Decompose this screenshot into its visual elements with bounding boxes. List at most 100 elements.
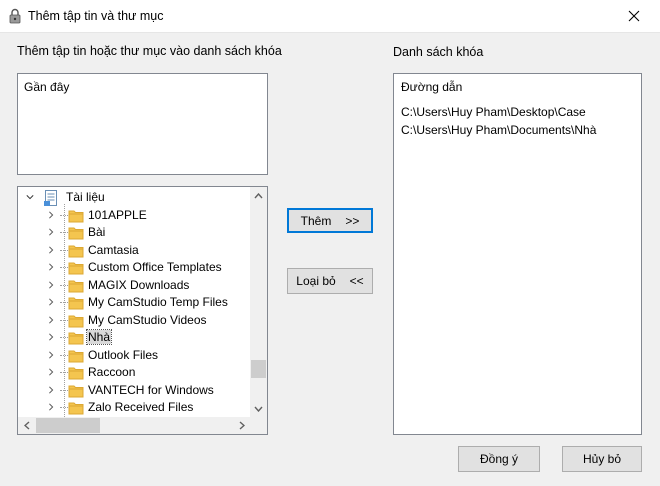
- path-column-header: Đường dẫn: [401, 80, 463, 94]
- chevron-right-icon[interactable]: [47, 367, 55, 377]
- tree-connector: [60, 354, 68, 356]
- tree-item-label: My CamStudio Temp Files: [88, 295, 228, 309]
- tree-item[interactable]: 101APPLE: [18, 207, 250, 225]
- tree-item[interactable]: Custom Office Templates: [18, 259, 250, 277]
- chevron-right-icon[interactable]: [47, 385, 55, 395]
- tree-connector: [60, 249, 68, 251]
- tree-connector: [60, 302, 68, 303]
- horizontal-scroll-thumb[interactable]: [36, 418, 100, 433]
- tree-connector: [60, 407, 68, 408]
- scroll-right-arrow[interactable]: [233, 417, 250, 434]
- folder-icon: [68, 280, 84, 292]
- chevron-right-icon[interactable]: [47, 245, 55, 255]
- tree-item[interactable]: Outlook Files: [18, 347, 250, 365]
- tree-item[interactable]: My CamStudio Temp Files: [18, 294, 250, 312]
- add-section-label: Thêm tập tin hoặc thư mục vào danh sách …: [17, 44, 282, 58]
- add-button-label: Thêm: [300, 213, 332, 228]
- folder-icon: [68, 402, 84, 415]
- chevron-right-icon[interactable]: [47, 227, 55, 237]
- scrollbar-corner: [250, 417, 267, 434]
- tree-item-label: 101APPLE: [88, 207, 147, 222]
- chevron-right-icon[interactable]: [47, 297, 55, 307]
- scroll-down-arrow[interactable]: [250, 400, 267, 417]
- vertical-scroll-thumb[interactable]: [251, 360, 266, 378]
- lock-app-icon: [9, 8, 21, 24]
- recent-list[interactable]: Gần đây: [17, 73, 268, 175]
- folder-icon: [68, 262, 84, 275]
- tree-item-label: My CamStudio Videos: [88, 312, 207, 327]
- folder-icon: [68, 367, 84, 380]
- tree-connector: [60, 214, 68, 216]
- window-title: Thêm tập tin và thư mục: [28, 9, 164, 23]
- chevron-left-icon: [23, 421, 29, 430]
- chevron-up-icon: [254, 192, 263, 198]
- close-icon: [628, 10, 640, 22]
- tree-rows: Tài liệu 101APPLE Bài Camtasia Custom Of…: [18, 187, 250, 417]
- tree-item[interactable]: Zalo Received Files: [18, 399, 250, 417]
- chevron-right-icon[interactable]: [47, 350, 55, 360]
- tree-item-label: Nhà: [85, 329, 113, 345]
- tree-connector: [60, 232, 68, 233]
- scroll-left-arrow[interactable]: [18, 417, 35, 434]
- tree-connector: [60, 372, 68, 373]
- chevron-right-icon[interactable]: [47, 332, 55, 342]
- chevron-right-icon: [239, 421, 245, 430]
- lock-list-item[interactable]: C:\Users\Huy Pham\Documents\Nhà: [401, 123, 596, 137]
- folder-icon: [68, 245, 84, 257]
- chevron-right-icon[interactable]: [47, 402, 55, 412]
- horizontal-scrollbar[interactable]: [18, 417, 250, 434]
- tree-item-label: VANTECH for Windows: [88, 382, 214, 397]
- tree-root-item[interactable]: Tài liệu: [18, 189, 250, 207]
- chevron-right-icon[interactable]: [47, 210, 55, 220]
- tree-item[interactable]: VANTECH for Windows: [18, 382, 250, 400]
- tree-item-selected[interactable]: Nhà: [18, 329, 250, 347]
- chevron-right-icon[interactable]: [47, 280, 55, 290]
- folder-icon: [68, 210, 84, 222]
- tree-item-label: Bài: [88, 225, 106, 239]
- tree-connector: [60, 267, 68, 268]
- folder-icon: [68, 315, 84, 327]
- tree-item[interactable]: Bài: [18, 224, 250, 242]
- tree-connector: [60, 319, 68, 321]
- tree-item-label: Custom Office Templates: [88, 260, 222, 274]
- tree-item-label: Raccoon: [88, 365, 136, 379]
- tree-connector: [60, 389, 68, 391]
- title-bar: Thêm tập tin và thư mục: [0, 0, 660, 33]
- ok-button-label: Đồng ý: [479, 452, 519, 466]
- tree-connector: [60, 337, 68, 338]
- chevron-right-icon[interactable]: [47, 315, 55, 325]
- lock-list-item[interactable]: C:\Users\Huy Pham\Desktop\Case: [401, 105, 586, 119]
- folder-tree[interactable]: Tài liệu 101APPLE Bài Camtasia Custom Of…: [17, 186, 268, 435]
- recent-label: Gần đây: [24, 80, 70, 94]
- lock-list[interactable]: Đường dẫn C:\Users\Huy Pham\Desktop\Case…: [393, 73, 642, 435]
- tree-item[interactable]: Raccoon: [18, 364, 250, 382]
- vertical-scrollbar[interactable]: [250, 187, 267, 417]
- close-button[interactable]: [614, 2, 654, 30]
- ok-button[interactable]: Đồng ý: [458, 446, 540, 472]
- add-button[interactable]: Thêm >>: [287, 208, 373, 233]
- tree-root-label: Tài liệu: [66, 190, 105, 204]
- remove-arrows: <<: [349, 274, 364, 288]
- tree-item-label: Zalo Received Files: [88, 400, 194, 414]
- remove-button-label: Loại bỏ: [296, 274, 336, 288]
- tree-item-label: MAGIX Downloads: [88, 277, 190, 292]
- cancel-button-label: Hủy bỏ: [582, 452, 622, 466]
- folder-icon: [68, 385, 84, 397]
- documents-icon: [44, 190, 57, 206]
- chevron-down-icon: [254, 406, 263, 412]
- folder-icon: [68, 297, 84, 310]
- tree-item[interactable]: MAGIX Downloads: [18, 277, 250, 295]
- tree-item[interactable]: Camtasia: [18, 242, 250, 260]
- add-arrows: >>: [345, 213, 360, 228]
- tree-item-label: Outlook Files: [88, 347, 159, 362]
- tree-item[interactable]: My CamStudio Videos: [18, 312, 250, 330]
- tree-connector: [60, 284, 68, 286]
- remove-button[interactable]: Loại bỏ <<: [287, 268, 373, 294]
- cancel-button[interactable]: Hủy bỏ: [562, 446, 642, 472]
- folder-icon: [68, 350, 84, 362]
- lock-list-label: Danh sách khóa: [393, 45, 484, 59]
- scroll-up-arrow[interactable]: [250, 187, 267, 204]
- folder-icon: [68, 332, 84, 345]
- chevron-right-icon[interactable]: [47, 262, 55, 272]
- chevron-down-icon[interactable]: [26, 192, 34, 202]
